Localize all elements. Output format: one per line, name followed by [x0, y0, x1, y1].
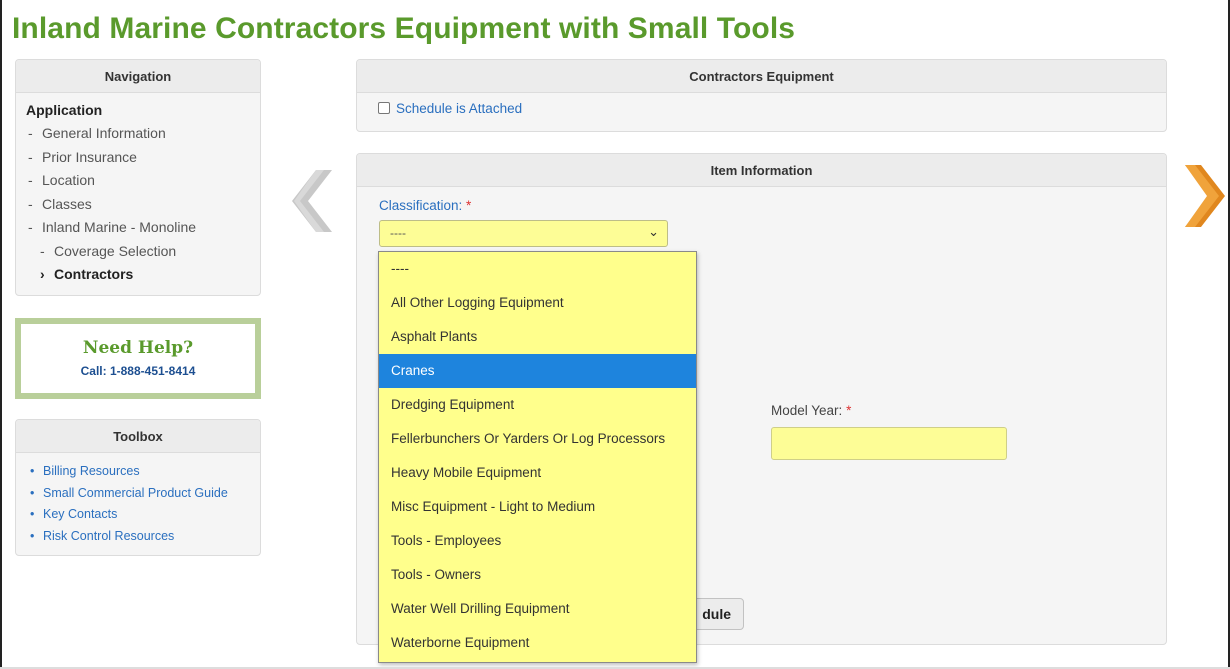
nav-bullet: -: [28, 148, 33, 165]
nav-item-label: Coverage Selection: [54, 242, 177, 259]
link-key-contacts[interactable]: • Key Contacts: [30, 504, 260, 526]
nav-item-label: Classes: [42, 195, 92, 212]
link-billing-resources[interactable]: • Billing Resources: [30, 461, 260, 483]
schedule-attached-label[interactable]: Schedule is Attached: [396, 101, 522, 116]
contractors-equipment-header: Contractors Equipment: [357, 60, 1166, 93]
nav-item-inland-marine-monoline[interactable]: - Inland Marine - Monoline: [16, 216, 260, 240]
option-heavy-mobile-equipment[interactable]: Heavy Mobile Equipment: [379, 456, 696, 490]
chevron-right-icon: ›: [40, 266, 45, 282]
option-asphalt-plants[interactable]: Asphalt Plants: [379, 320, 696, 354]
option-waterborne-equipment[interactable]: Waterborne Equipment: [379, 626, 696, 660]
nav-item-label: Location: [42, 172, 95, 188]
option-tools-owners[interactable]: Tools - Owners: [379, 558, 696, 592]
chevron-left-icon[interactable]: [290, 170, 332, 232]
classification-label-text: Classification:: [379, 198, 463, 213]
link-label: Small Commercial Product Guide: [43, 485, 228, 500]
item-information-header: Item Information: [357, 154, 1166, 187]
nav-item-classes[interactable]: - Classes: [16, 193, 260, 217]
nav-item-location[interactable]: - Location: [16, 169, 260, 193]
bullet-icon: •: [30, 485, 35, 500]
page-title: Inland Marine Contractors Equipment with…: [12, 12, 796, 45]
classification-selected-value: ----: [390, 226, 406, 240]
schedule-attached-checkbox[interactable]: [378, 102, 390, 114]
need-help-title: Need Help?: [82, 338, 194, 358]
nav-item-prior-insurance[interactable]: - Prior Insurance: [16, 146, 260, 170]
option-none[interactable]: ----: [379, 252, 696, 286]
nav-bullet: -: [28, 172, 33, 188]
toolbox-links: • Billing Resources • Small Commercial Pro…: [16, 453, 260, 547]
model-year-label: Model Year: *: [771, 403, 851, 418]
nav-bullet: -: [40, 242, 45, 259]
required-mark: *: [846, 403, 852, 418]
link-label: Risk Control Resources: [43, 528, 175, 543]
classification-label: Classification: *: [379, 198, 471, 213]
nav-group-application[interactable]: Application: [16, 93, 260, 122]
nav-bullet: -: [28, 125, 33, 141]
nav-list: - General Information - Prior Insurance -L…: [16, 122, 260, 287]
option-tools-employees[interactable]: Tools - Employees: [379, 524, 696, 558]
model-year-input[interactable]: [771, 427, 1007, 460]
option-fellerbunchers[interactable]: Fellerbunchers Or Yarders Or Log Process…: [379, 422, 696, 456]
contractors-equipment-panel: Contractors Equipment Schedule is Attach…: [356, 59, 1167, 132]
link-risk-control[interactable]: • Risk Control Resources: [30, 526, 260, 548]
nav-item-coverage-selection[interactable]: - Coverage Selection: [16, 240, 260, 264]
required-mark: *: [466, 198, 472, 213]
link-label: Key Contacts: [43, 507, 118, 521]
schedule-attached-row[interactable]: Schedule is Attached: [357, 93, 1166, 116]
option-dredging-equipment[interactable]: Dredging Equipment: [379, 388, 696, 422]
model-year-label-text: Model Year:: [771, 403, 843, 418]
nav-item-general-information[interactable]: - General Information: [16, 122, 260, 146]
chevron-down-icon: ⌄: [648, 224, 659, 239]
navigation-header: Navigation: [16, 60, 260, 93]
classification-dropdown-list[interactable]: ---- All Other Logging Equipment Asphalt…: [378, 251, 697, 663]
nav-bullet: -: [28, 195, 33, 212]
classification-select[interactable]: ---- ⌄: [379, 220, 668, 247]
link-product-guide[interactable]: • Small Commercial Product Guide: [30, 483, 260, 505]
link-label: Billing Resources: [43, 464, 140, 478]
need-help-box: Need Help? Call: 1-888-451-8414: [15, 318, 261, 399]
option-misc-equipment[interactable]: Misc Equipment - Light to Medium: [379, 490, 696, 524]
toolbox-header: Toolbox: [16, 420, 260, 453]
option-water-well-drilling[interactable]: Water Well Drilling Equipment: [379, 592, 696, 626]
option-cranes[interactable]: Cranes: [379, 354, 696, 388]
chevron-right-icon[interactable]: [1185, 165, 1227, 227]
nav-bullet: -: [28, 219, 33, 235]
toolbox-panel: Toolbox • Billing Resources • Small Commer…: [15, 419, 261, 556]
bullet-icon: •: [30, 528, 35, 543]
help-phone: Call: 1-888-451-8414: [80, 364, 196, 378]
nav-item-contractors[interactable]: › Contractors: [16, 263, 260, 287]
bullet-icon: •: [30, 507, 35, 521]
bullet-icon: •: [30, 464, 35, 478]
option-all-other-logging[interactable]: All Other Logging Equipment: [379, 286, 696, 320]
nav-item-label: Inland Marine - Monoline: [42, 219, 197, 235]
nav-item-label: Prior Insurance: [42, 148, 137, 165]
nav-item-label: Contractors: [54, 266, 134, 282]
navigation-panel: Navigation Application - General Informat…: [15, 59, 261, 296]
nav-item-label: General Information: [42, 125, 166, 141]
